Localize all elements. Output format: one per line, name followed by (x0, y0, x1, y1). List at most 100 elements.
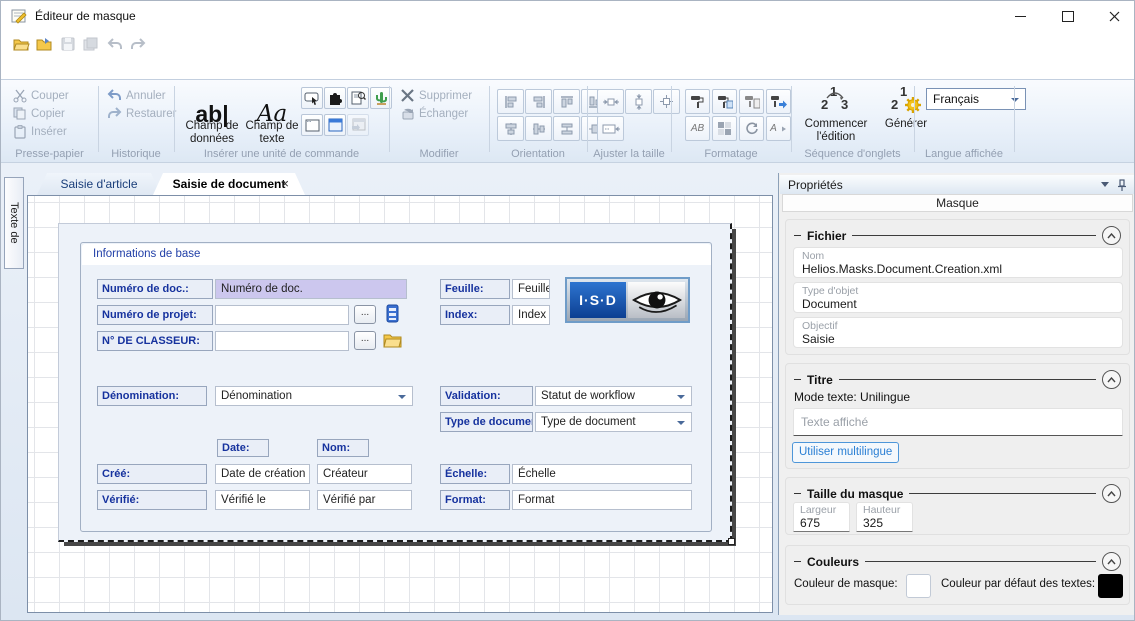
refresh-icon[interactable] (739, 116, 764, 141)
format-painter-apply-icon[interactable] (766, 89, 791, 114)
data-field-button[interactable]: ab| Champ de données (181, 86, 243, 148)
minimize-button[interactable] (997, 1, 1043, 31)
format-label[interactable]: Format: (440, 490, 510, 510)
ab-format-icon[interactable]: AB (685, 116, 710, 141)
save-icon[interactable] (57, 34, 78, 54)
rename-icon[interactable]: A (766, 116, 791, 141)
objective-field[interactable]: Objectif Saisie (793, 317, 1123, 348)
center-vertical-icon[interactable] (525, 116, 552, 141)
created-name-field[interactable]: Créateur (317, 464, 412, 484)
shrink-width-icon[interactable] (597, 116, 624, 141)
denomination-label[interactable]: Dénomination: (97, 386, 207, 406)
denomination-combo[interactable]: Dénomination (215, 386, 413, 406)
maximize-button[interactable] (1045, 1, 1091, 31)
distribute-horizontal-icon[interactable] (553, 116, 580, 141)
validation-label[interactable]: Validation: (440, 386, 533, 406)
group-label-format: Formatage (671, 148, 791, 160)
doc-type-label[interactable]: Type de document: (440, 412, 533, 432)
created-label[interactable]: Créé: (97, 464, 207, 484)
language-select[interactable]: Français (926, 88, 1026, 110)
section-rule (839, 379, 1096, 380)
same-size-icon[interactable] (653, 89, 680, 114)
button-control-icon[interactable] (301, 87, 323, 109)
frame-control-icon[interactable] (301, 114, 323, 136)
format-painter-doc-icon[interactable] (712, 89, 737, 114)
doc-number-field[interactable]: Numéro de doc. (215, 279, 407, 299)
doc-type-combo[interactable]: Type de document (535, 412, 692, 432)
width-field[interactable]: Largeur 675 (793, 502, 850, 532)
height-field[interactable]: Hauteur 325 (856, 502, 913, 532)
doc-preview-icon[interactable] (347, 87, 369, 109)
project-number-label[interactable]: Numéro de projet: (97, 305, 213, 325)
same-height-icon[interactable] (625, 89, 652, 114)
verified-date-field[interactable]: Vérifié le (215, 490, 310, 510)
align-right-icon[interactable] (525, 89, 552, 114)
swap-button[interactable]: Échanger (397, 105, 471, 122)
project-number-field[interactable] (215, 305, 349, 325)
squares-icon[interactable] (712, 116, 737, 141)
resize-handle[interactable] (728, 538, 735, 545)
delete-button[interactable]: Supprimer (397, 87, 475, 104)
displayed-text-input[interactable] (793, 408, 1123, 436)
close-button[interactable] (1091, 1, 1135, 31)
collapse-section-button[interactable] (1102, 226, 1121, 245)
copy-button[interactable]: Copier (9, 105, 68, 122)
text-field-button[interactable]: Aa Champ de texte (245, 86, 299, 148)
index-label[interactable]: Index: (440, 305, 510, 325)
redo-button[interactable]: Restaurer (104, 105, 180, 122)
doc-number-label[interactable]: Numéro de doc.: (97, 279, 213, 299)
collapse-section-button[interactable] (1102, 552, 1121, 571)
collapse-section-button[interactable] (1102, 484, 1121, 503)
created-date-field[interactable]: Date de création (215, 464, 310, 484)
cut-button[interactable]: Couper (9, 87, 72, 104)
index-field[interactable]: Index (512, 305, 550, 325)
project-list-icon[interactable] (385, 304, 400, 323)
pin-icon[interactable] (1117, 179, 1127, 191)
sheet-label[interactable]: Feuille: (440, 279, 510, 299)
dialog-arrow-icon[interactable] (347, 114, 369, 136)
format-painter-icon[interactable] (685, 89, 710, 114)
validation-combo[interactable]: Statut de workflow (535, 386, 692, 406)
dialog-control-icon[interactable] (324, 114, 346, 136)
scale-field[interactable]: Échelle (512, 464, 692, 484)
same-width-icon[interactable] (597, 89, 624, 114)
paste-button[interactable]: Insérer (9, 123, 70, 140)
project-browse-button[interactable]: ... (354, 305, 376, 324)
mask-surface[interactable]: Informations de base Numéro de doc.: Num… (58, 223, 732, 542)
scale-label[interactable]: Échelle: (440, 464, 510, 484)
section-taille-title: Taille du masque (807, 487, 903, 501)
close-tab-icon[interactable]: × (281, 173, 289, 195)
verified-name-field[interactable]: Vérifié par (317, 490, 412, 510)
text-color-swatch[interactable] (1098, 574, 1123, 598)
binder-number-field[interactable] (215, 331, 349, 351)
tab-saisie-article[interactable]: Saisie d'article (37, 173, 161, 195)
collapse-section-button[interactable] (1102, 370, 1121, 389)
tab-saisie-document[interactable]: Saisie de document × (153, 173, 305, 195)
file-name-field[interactable]: Nom Helios.Masks.Document.Creation.xml (793, 247, 1123, 278)
folder-icon[interactable] (383, 332, 402, 348)
start-edit-button[interactable]: 1 2 3 Commencer l'édition (796, 86, 876, 148)
save-all-icon[interactable] (80, 34, 101, 54)
binder-number-label[interactable]: N° DE CLASSEUR: (97, 331, 213, 351)
open-mask-icon[interactable] (34, 34, 55, 54)
date-header-label[interactable]: Date: (217, 439, 269, 457)
align-top-icon[interactable] (553, 89, 580, 114)
mask-color-swatch[interactable] (906, 574, 931, 598)
format-painter-paste-icon[interactable] (739, 89, 764, 114)
name-header-label[interactable]: Nom: (317, 439, 369, 457)
format-field[interactable]: Format (512, 490, 692, 510)
open-icon[interactable] (11, 34, 32, 54)
object-type-field[interactable]: Type d'objet Document (793, 282, 1123, 313)
binder-browse-button[interactable]: ... (354, 331, 376, 350)
plugin-icon[interactable] (324, 87, 346, 109)
verified-label[interactable]: Vérifié: (97, 490, 207, 510)
sheet-field[interactable]: Feuille (512, 279, 550, 299)
center-horizontal-icon[interactable] (497, 116, 524, 141)
translation-text-tab[interactable]: Texte de traduction (4, 177, 24, 269)
use-multilingual-button[interactable]: Utiliser multilingue (792, 442, 899, 463)
redo-icon[interactable] (127, 34, 148, 54)
undo-button[interactable]: Annuler (104, 87, 169, 104)
panel-menu-icon[interactable] (1101, 182, 1109, 187)
align-left-icon[interactable] (497, 89, 524, 114)
undo-icon[interactable] (104, 34, 125, 54)
